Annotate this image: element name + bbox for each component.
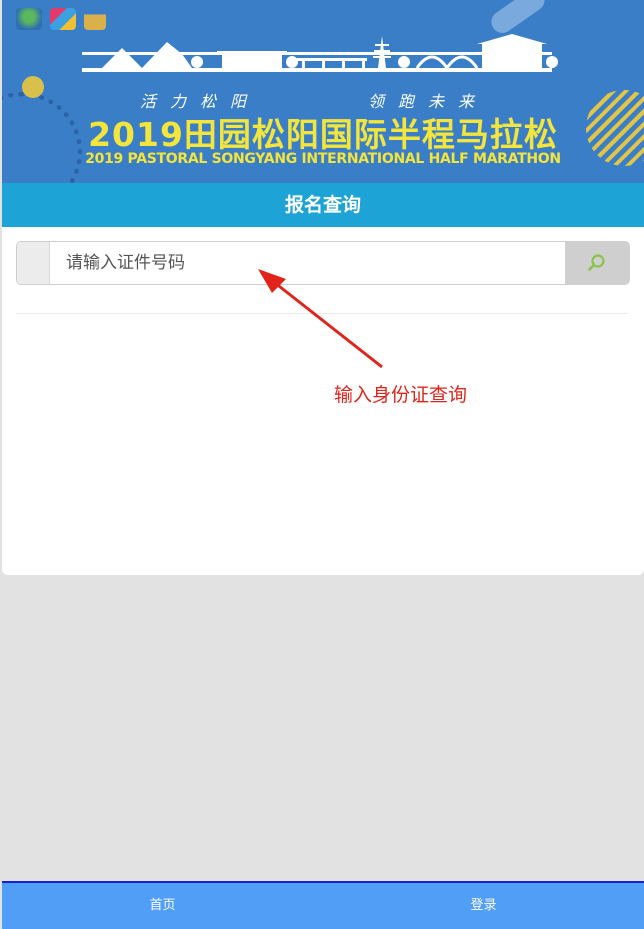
page-title: 报名查询 (2, 183, 644, 227)
banner-title: 2019田园松阳国际半程马拉松 (88, 115, 558, 154)
nav-item-login[interactable]: 登录 (323, 883, 644, 929)
event-banner: 活力松阳 领跑未来 2019田园松阳国际半程马拉松 2019 PASTORAL … (2, 0, 644, 183)
banner-subtitle: 2019 PASTORAL SONGYANG INTERNATIONAL HAL… (85, 151, 561, 167)
sponsor-logo-1 (16, 8, 42, 30)
annotation-text: 输入身份证查询 (334, 384, 468, 406)
sponsor-logo-2 (50, 8, 76, 30)
decorative-pill-shape (487, 0, 549, 38)
city-skyline-illustration (82, 34, 558, 72)
nav-item-home[interactable]: 首页 (2, 883, 323, 929)
annotation-arrow (258, 269, 383, 369)
decorative-yellow-dot (22, 76, 44, 98)
query-panel: 输入身份证查询 (2, 227, 644, 575)
sponsor-logos (16, 8, 106, 30)
bottom-navigation: 首页 登录 (2, 881, 644, 929)
sponsor-logo-3 (84, 8, 106, 30)
